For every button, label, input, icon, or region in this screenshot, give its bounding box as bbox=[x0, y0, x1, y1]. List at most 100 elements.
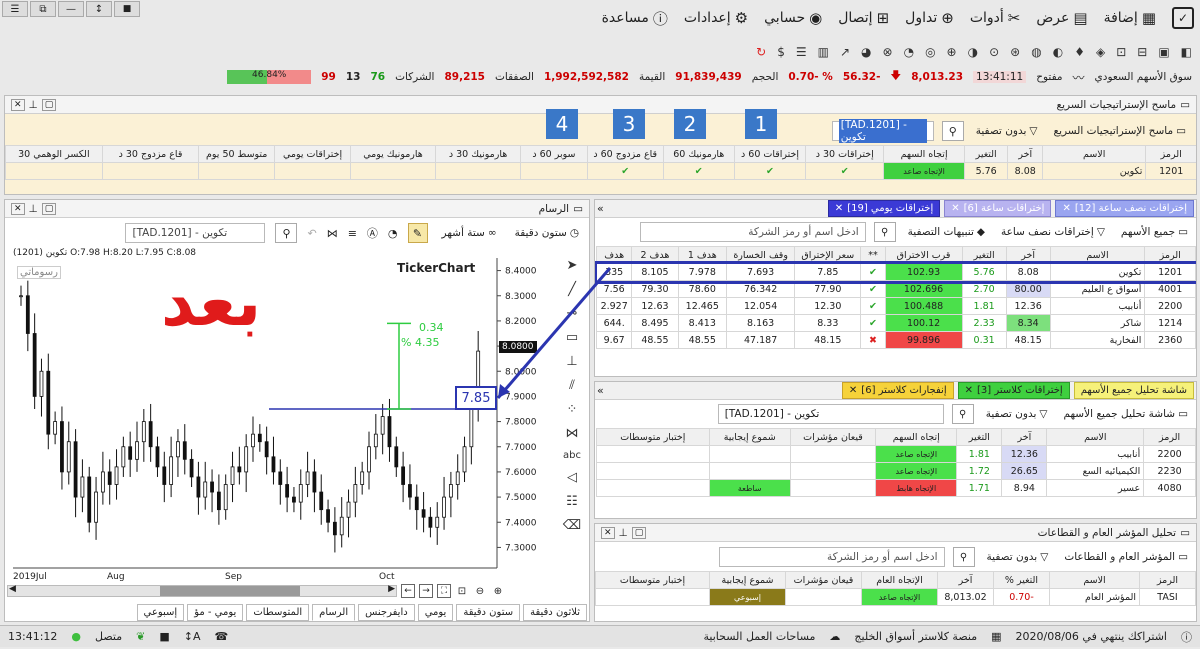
menu-settings[interactable]: ⚙ إعدادات bbox=[684, 9, 748, 27]
scroll-track[interactable]: ◀ ▶ bbox=[7, 584, 397, 597]
pin-icon[interactable]: ⊥ bbox=[29, 99, 38, 111]
toolbar-icon-h[interactable]: ◍ bbox=[1031, 45, 1041, 59]
col-harmd[interactable]: هارمونيك يومي bbox=[349, 145, 437, 163]
table-row[interactable]: 1201 تكوين 8.08 5.76 الإتجاه صاعد ✔ ✔ ✔ … bbox=[5, 162, 1196, 180]
maximize-icon[interactable]: ▢ bbox=[41, 98, 57, 111]
restore-icon[interactable]: ⧉ bbox=[30, 1, 56, 17]
col-super60[interactable]: سوبر 60 د bbox=[520, 145, 588, 163]
leaf-icon[interactable]: ❦ bbox=[136, 630, 145, 643]
market-name[interactable]: سوق الأسهم السعودي bbox=[1095, 71, 1192, 83]
toolbar-icon-f[interactable]: ♦ bbox=[1074, 45, 1085, 59]
toolbar-icon-d[interactable]: ⊡ bbox=[1116, 45, 1126, 59]
all-stocks-button[interactable]: ▭ جميع الأسهم bbox=[1117, 226, 1192, 238]
rect-icon[interactable]: ▭ bbox=[566, 330, 578, 345]
menu-icon[interactable]: ☰ bbox=[2, 1, 28, 17]
collapse-icon[interactable]: » bbox=[597, 384, 604, 397]
table-row[interactable]: 2200 أنابيب 12.36 1.81 الإتجاه صاعد bbox=[596, 445, 1196, 463]
col-harm30[interactable]: هارمونيك 30 د bbox=[435, 145, 522, 163]
col-symbol[interactable]: الرمز bbox=[1145, 145, 1196, 163]
table-row[interactable]: 4001 أسواق ع العليم 80.00 2.70 102.696 ✔ 77.90… bbox=[595, 280, 1196, 298]
col-bd[interactable]: إختراقات يومي bbox=[274, 145, 351, 163]
toolbar-icon-m[interactable]: ◎ bbox=[925, 45, 935, 59]
maximize-icon[interactable]: ▢ bbox=[41, 202, 57, 215]
minimize-icon[interactable]: — bbox=[58, 1, 84, 17]
scroll-thumb[interactable] bbox=[160, 586, 300, 596]
toolbar-icon-p[interactable]: ◕ bbox=[861, 45, 871, 59]
tab-close-icon[interactable]: ✕ bbox=[951, 203, 959, 214]
close-icon[interactable]: ✕ bbox=[601, 526, 615, 539]
tab-daily-index[interactable]: يومي - مؤ bbox=[187, 603, 244, 621]
table-row[interactable]: 2230 الكيميائيه السع 26.65 1.72 الإتجاه صاعد bbox=[596, 462, 1196, 480]
speaker-icon[interactable]: ◁ bbox=[567, 470, 577, 485]
search-icon[interactable]: ⚲ bbox=[952, 547, 975, 567]
zoom-in-icon[interactable]: ⊕ bbox=[491, 584, 505, 598]
nofilter-button[interactable]: ▽ بدون تصفية bbox=[983, 551, 1053, 563]
trash-icon[interactable]: ⌫ bbox=[563, 518, 581, 533]
menu-account[interactable]: ◉ حسابي bbox=[764, 9, 822, 27]
briefcase-icon[interactable]: ▥ bbox=[818, 45, 829, 59]
chart-search-input[interactable]: [TAD.1201] - تكوين bbox=[125, 223, 266, 243]
toolbar-icon-i[interactable]: ⊛ bbox=[1010, 45, 1020, 59]
hour-breaks-button[interactable]: ▽ إختراقات نصف ساعة bbox=[997, 226, 1109, 238]
close-icon[interactable]: ✕ bbox=[11, 98, 25, 111]
camera-icon[interactable]: ■ bbox=[114, 1, 140, 17]
menu-connect[interactable]: ⊞ إتصال bbox=[838, 9, 889, 27]
scroll-left-icon[interactable]: ◀ bbox=[9, 584, 16, 594]
analysis-search-input[interactable]: [TAD.1201] - تكوين bbox=[717, 404, 944, 424]
tab-close-icon[interactable]: ✕ bbox=[849, 385, 857, 396]
tab-60min[interactable]: ستون دقيقة bbox=[456, 603, 521, 621]
tab-averages[interactable]: المتوسطات bbox=[246, 603, 310, 621]
fib-icon[interactable]: ⋈ bbox=[566, 426, 579, 441]
tab-analysis[interactable]: شاشة تحليل جميع الأسهم bbox=[1073, 382, 1194, 399]
period-b-button[interactable]: ∞ ستة أشهر bbox=[438, 227, 501, 239]
toolbar-icon-n[interactable]: ◔ bbox=[904, 45, 914, 59]
alerts-search-input[interactable]: ادخل اسم أو رمز الشركة bbox=[639, 222, 866, 242]
video-icon[interactable]: ■ bbox=[159, 630, 169, 643]
toolbar-icon-j[interactable]: ⊙ bbox=[989, 45, 999, 59]
col-b60[interactable]: إختراقات 60 د bbox=[733, 145, 807, 163]
fit-icon[interactable]: ⛶ bbox=[437, 584, 451, 598]
list-icon[interactable]: ☰ bbox=[796, 45, 807, 59]
col-fake30[interactable]: الكسر الوهمي 30 bbox=[5, 145, 103, 163]
tab-30min[interactable]: ثلاثون دقيقة bbox=[523, 603, 587, 621]
tab-daily-breaks[interactable]: إختراقات يومي [19] ✕ bbox=[827, 200, 941, 217]
toolbar-icon-e[interactable]: ◈ bbox=[1096, 45, 1105, 59]
table-row[interactable]: 4080 عسير 8.94 1.71 الإتجاه هابط ساطعة bbox=[596, 479, 1196, 497]
col-ma50[interactable]: متوسط 50 يوم bbox=[198, 145, 276, 163]
list-tool-icon[interactable]: ☷ bbox=[566, 494, 578, 509]
zoom-out-icon[interactable]: ⊖ bbox=[473, 584, 487, 598]
price-chart[interactable]: 8.40008.30008.20008.10008.00007.90007.80… bbox=[7, 250, 557, 582]
anchor-icon[interactable]: Ⓐ bbox=[367, 225, 378, 241]
pin-icon[interactable]: ⊥ bbox=[29, 203, 38, 215]
line-icon[interactable]: ╱ bbox=[568, 282, 576, 297]
tab-close-icon[interactable]: ✕ bbox=[835, 203, 843, 214]
tab-cluster-breaks[interactable]: إختراقات كلاستر [3] ✕ bbox=[957, 382, 1070, 399]
drawings-label[interactable]: رسوماتي bbox=[17, 266, 61, 279]
table-row[interactable]: 2360 الفخارية 48.15 0.31 99.896 ✖ 48.15 47.187 4… bbox=[595, 331, 1196, 349]
app-logo-icon[interactable]: ✓ bbox=[1172, 7, 1194, 29]
nav-right-icon[interactable]: → bbox=[419, 584, 433, 598]
tab-half-hour[interactable]: إختراقات نصف ساعة [12] ✕ bbox=[1055, 200, 1194, 217]
col-harm60[interactable]: هارمونيك 60 bbox=[662, 145, 735, 163]
scissors-icon[interactable]: ⋈ bbox=[327, 227, 338, 240]
chart-search-icon[interactable]: ⚲ bbox=[275, 223, 298, 243]
table-row[interactable]: 1201 تكوين 8.08 5.76 102.93 ✔ 7.85 7.693 7.978 8.… bbox=[595, 260, 1196, 284]
menu-tools[interactable]: ✂ أدوات bbox=[970, 9, 1021, 27]
toolbar-icon-b[interactable]: ▣ bbox=[1158, 45, 1169, 59]
period-a-button[interactable]: ◷ ستون دقيقة bbox=[511, 227, 583, 239]
search-icon[interactable]: ⚲ bbox=[873, 222, 896, 242]
table-row[interactable]: 1214 شاكر 8.34 2.33 100.12 ✔ 8.33 8.163 8.413 8.4… bbox=[595, 314, 1196, 332]
scanner-search-input[interactable]: [TAD.1201] - تكوين bbox=[831, 119, 934, 143]
col-b30[interactable]: إختراقات 30 د bbox=[805, 145, 885, 163]
vline-icon[interactable]: ⊥ bbox=[566, 354, 577, 369]
tab-daily[interactable]: يومي bbox=[417, 603, 454, 621]
col-trend[interactable]: إتجاه السهم bbox=[883, 145, 965, 163]
phone-icon[interactable]: ☎ bbox=[214, 630, 228, 643]
sectors-select-button[interactable]: ▭ المؤشر العام و القطاعات bbox=[1060, 551, 1192, 563]
cursor-icon[interactable]: ➤ bbox=[567, 258, 578, 273]
tab-weekly[interactable]: إسبوعي bbox=[136, 603, 185, 621]
circle-icon[interactable]: ◔ bbox=[388, 227, 398, 240]
text-icon[interactable]: abc bbox=[563, 450, 581, 461]
pin-icon[interactable]: ⊥ bbox=[619, 527, 628, 539]
nofilter-button[interactable]: ▽ بدون تصفية bbox=[972, 125, 1042, 137]
